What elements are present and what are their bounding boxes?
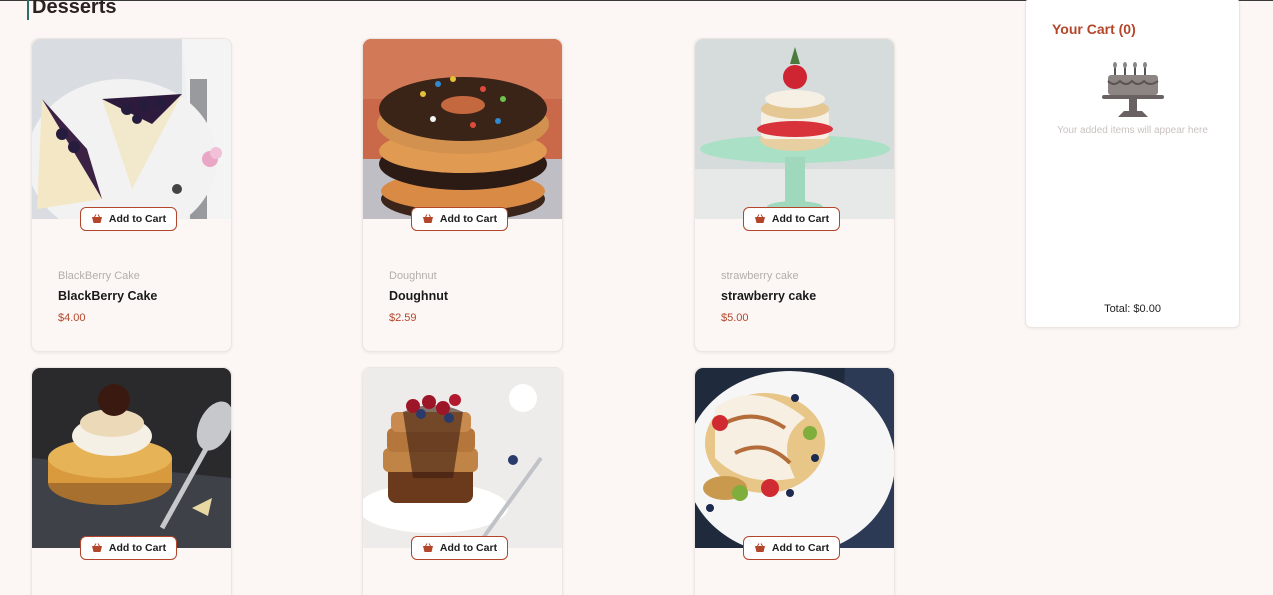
basket-icon [754,214,765,223]
product-card: Add to Cart Doughnut Doughnut $2.59 [362,38,563,352]
page-title: Desserts [27,0,117,20]
add-to-cart-button[interactable]: Add to Cart [411,536,508,560]
product-name: Doughnut [389,289,449,303]
product-category: Doughnut [389,270,437,282]
cart-total: Total: $0.00 [1104,303,1161,315]
product-image-pancakes [695,368,894,548]
cart-title: Your Cart (0) [1052,21,1136,37]
product-card: Add to Cart strawberry cake strawberry c… [694,38,895,352]
add-to-cart-label: Add to Cart [771,542,830,554]
product-price: $5.00 [721,312,749,324]
add-to-cart-label: Add to Cart [439,542,498,554]
add-to-cart-label: Add to Cart [108,213,167,225]
add-to-cart-label: Add to Cart [439,213,498,225]
product-image-tart [32,368,231,548]
product-name: strawberry cake [721,289,817,303]
product-card: Add to Cart [694,367,895,595]
product-image-waffles [363,368,562,548]
basket-icon [91,543,102,552]
cake-icon [1102,62,1164,117]
product-category: BlackBerry Cake [58,270,140,282]
product-image-strawberry-cake [695,39,894,219]
basket-icon [422,214,433,223]
cart-empty-message: Your added items will appear here [1057,125,1208,136]
product-card: Add to Cart BlackBerry Cake BlackBerry C… [31,38,232,352]
add-to-cart-button[interactable]: Add to Cart [80,207,177,231]
basket-icon [91,214,102,223]
product-image-blackberry-cake [32,39,231,219]
product-card: Add to Cart [31,367,232,595]
product-card: Add to Cart [362,367,563,595]
add-to-cart-label: Add to Cart [771,213,830,225]
add-to-cart-button[interactable]: Add to Cart [80,536,177,560]
product-price: $2.59 [389,312,417,324]
basket-icon [754,543,765,552]
basket-icon [422,543,433,552]
add-to-cart-button[interactable]: Add to Cart [743,207,840,231]
product-name: BlackBerry Cake [58,289,158,303]
product-price: $4.00 [58,312,86,324]
add-to-cart-button[interactable]: Add to Cart [743,536,840,560]
product-category: strawberry cake [721,270,799,282]
add-to-cart-label: Add to Cart [108,542,167,554]
cart-panel: Your Cart (0) Your added items will appe… [1025,0,1240,328]
add-to-cart-button[interactable]: Add to Cart [411,207,508,231]
product-image-doughnut [363,39,562,219]
